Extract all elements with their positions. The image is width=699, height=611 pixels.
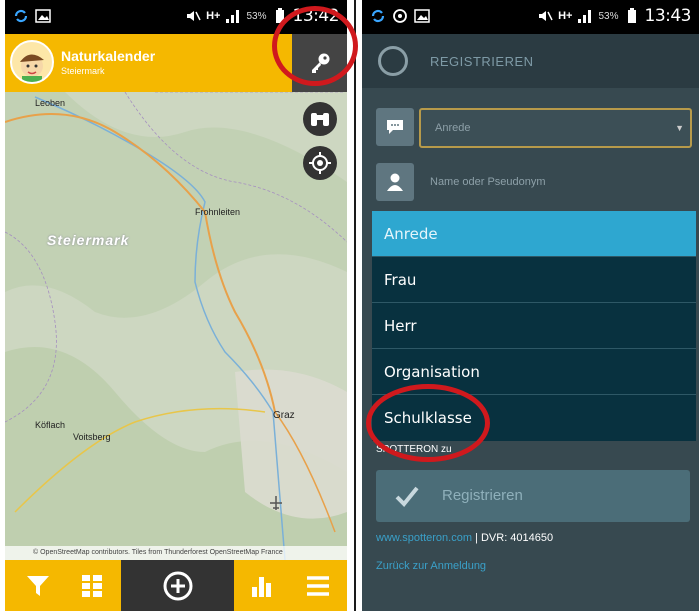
network-type: H+: [206, 10, 221, 22]
whatsapp-icon: [393, 9, 407, 23]
menu-button[interactable]: [293, 560, 343, 611]
page-title: REGISTRIEREN: [430, 54, 534, 69]
battery-icon: [627, 8, 636, 23]
map-terrain: [5, 92, 347, 560]
battery-percent: 53%: [598, 10, 619, 22]
footer-separator: |: [471, 532, 481, 544]
stats-button[interactable]: [237, 560, 287, 611]
filter-button[interactable]: [13, 560, 63, 611]
salutation-select-value: Anrede: [435, 122, 471, 134]
website-link[interactable]: www.spotteron.com: [376, 532, 472, 544]
salutation-select[interactable]: Anrede ▼: [419, 108, 692, 148]
user-icon: [387, 173, 403, 191]
list-button[interactable]: [67, 560, 117, 611]
map-label-koflach: Köflach: [35, 420, 66, 430]
sync-icon: [371, 9, 385, 23]
mute-icon: [187, 11, 201, 21]
back-to-login-link[interactable]: Zurück zur Anmeldung: [376, 560, 486, 572]
app-avatar[interactable]: [10, 40, 54, 84]
signal-icon: [226, 10, 240, 23]
filter-icon: [27, 575, 49, 596]
locate-button[interactable]: [303, 146, 337, 180]
register-button-label: Registrieren: [442, 487, 523, 504]
dropdown-option-herr[interactable]: Herr: [372, 303, 696, 349]
add-spot-button[interactable]: [121, 560, 234, 611]
map-view[interactable]: Leoben Frohnleiten Steiermark Graz Köfla…: [5, 92, 347, 560]
salutation-field-icon: [376, 108, 414, 146]
gallery-icon: [414, 9, 430, 23]
signal-icon: [578, 10, 592, 23]
mute-icon: [539, 11, 553, 21]
registration-header: REGISTRIEREN: [362, 34, 699, 88]
map-label-graz: Graz: [273, 410, 295, 421]
map-label-leoben: Leoben: [35, 98, 66, 108]
checkmark-icon: [395, 486, 419, 507]
gallery-icon: [35, 9, 51, 23]
binoculars-icon: [311, 113, 329, 126]
naturkalender-map-screen: H+ 53% 13:42 Naturkalender Steiermark Le…: [5, 0, 347, 611]
status-time: 13:43: [644, 6, 692, 26]
status-bar: H+ 53% 13:43: [362, 0, 699, 34]
app-title: Naturkalender: [61, 48, 156, 64]
dropdown-header: Anrede: [372, 211, 696, 257]
sync-icon: [14, 9, 28, 23]
bottom-navigation: [5, 560, 347, 611]
map-label-region: Steiermark: [47, 232, 130, 248]
add-icon: [163, 571, 192, 600]
airport-icon: [270, 496, 282, 510]
map-label-voitsberg: Voitsberg: [73, 432, 111, 442]
locate-icon: [309, 152, 331, 174]
map-attribution: © OpenStreetMap contributors. Tiles from…: [5, 546, 347, 560]
name-field-icon: [376, 163, 414, 201]
network-type: H+: [558, 10, 573, 22]
dvr-number: DVR: 4014650: [480, 532, 554, 544]
list-icon: [82, 574, 102, 597]
map-label-frohnleiten: Frohnleiten: [195, 207, 241, 217]
speech-bubble-icon: [387, 120, 403, 134]
footer-info: www.spotteron.com | DVR: 4014650: [376, 532, 553, 544]
app-subtitle: Steiermark: [61, 66, 105, 76]
spotteron-logo-icon: [378, 46, 408, 76]
register-button[interactable]: Registrieren: [376, 470, 690, 522]
caret-down-icon: ▼: [675, 123, 684, 133]
dropdown-option-frau[interactable]: Frau: [372, 257, 696, 303]
bar-chart-icon: [252, 576, 271, 597]
battery-percent: 53%: [246, 10, 267, 22]
highlight-circle-schulklasse: [366, 384, 490, 462]
binoculars-button[interactable]: [303, 102, 337, 136]
highlight-circle-key: [272, 6, 358, 86]
registration-screen: H+ 53% 13:43 REGISTRIEREN Anrede ▼ Name …: [362, 0, 699, 611]
menu-icon: [307, 575, 329, 596]
name-input-placeholder[interactable]: Name oder Pseudonym: [430, 176, 546, 188]
screenshot-divider: [354, 0, 356, 611]
avatar-illustration-icon: [20, 54, 44, 82]
